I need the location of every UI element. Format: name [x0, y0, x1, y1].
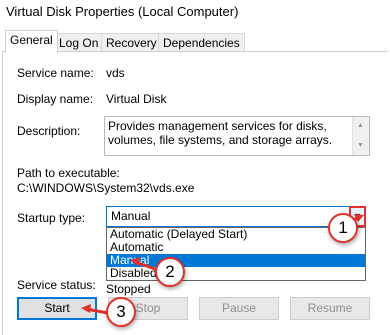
scroll-up-icon[interactable]: ▲	[357, 119, 364, 133]
callout-3-badge: 3	[106, 297, 136, 327]
pause-button[interactable]: Pause	[199, 297, 279, 320]
start-button[interactable]: Start	[17, 297, 97, 320]
startup-type-label: Startup type:	[17, 211, 86, 225]
tab-general[interactable]: General	[5, 30, 58, 53]
tab-log-on[interactable]: Log On	[54, 33, 104, 52]
callout-1-badge: 1	[328, 213, 358, 243]
service-name-value: vds	[106, 66, 125, 80]
startup-type-select[interactable]: Manual ▼	[106, 206, 366, 227]
path-label: Path to executable:	[17, 166, 120, 180]
scroll-down-icon[interactable]: ▼	[357, 139, 364, 153]
resume-button[interactable]: Resume	[290, 297, 370, 320]
tab-dependencies[interactable]: Dependencies	[158, 33, 245, 52]
description-text: Provides management services for disks, …	[108, 119, 333, 147]
display-name-value: Virtual Disk	[106, 92, 167, 106]
startup-option-disabled[interactable]: Disabled	[107, 267, 365, 280]
description-box[interactable]: Provides management services for disks, …	[104, 116, 370, 156]
callout-2-badge: 2	[155, 257, 185, 287]
window-title: Virtual Disk Properties (Local Computer)	[6, 4, 239, 19]
window-titlebar: Virtual Disk Properties (Local Computer)	[0, 0, 390, 24]
tab-strip: General Log On Recovery Dependencies	[0, 30, 390, 53]
startup-type-dropdown: Automatic (Delayed Start) Automatic Manu…	[106, 227, 366, 281]
service-status-value: Stopped	[106, 282, 151, 296]
path-value: C:\WINDOWS\System32\vds.exe	[17, 181, 195, 195]
description-label: Description:	[17, 124, 81, 138]
service-name-label: Service name:	[17, 66, 94, 80]
service-status-label: Service status:	[17, 278, 96, 292]
tab-recovery[interactable]: Recovery	[101, 33, 162, 52]
startup-type-selected: Manual	[111, 209, 151, 223]
display-name-label: Display name:	[17, 92, 94, 106]
description-scrollbar[interactable]: ▲ ▼	[352, 117, 369, 155]
